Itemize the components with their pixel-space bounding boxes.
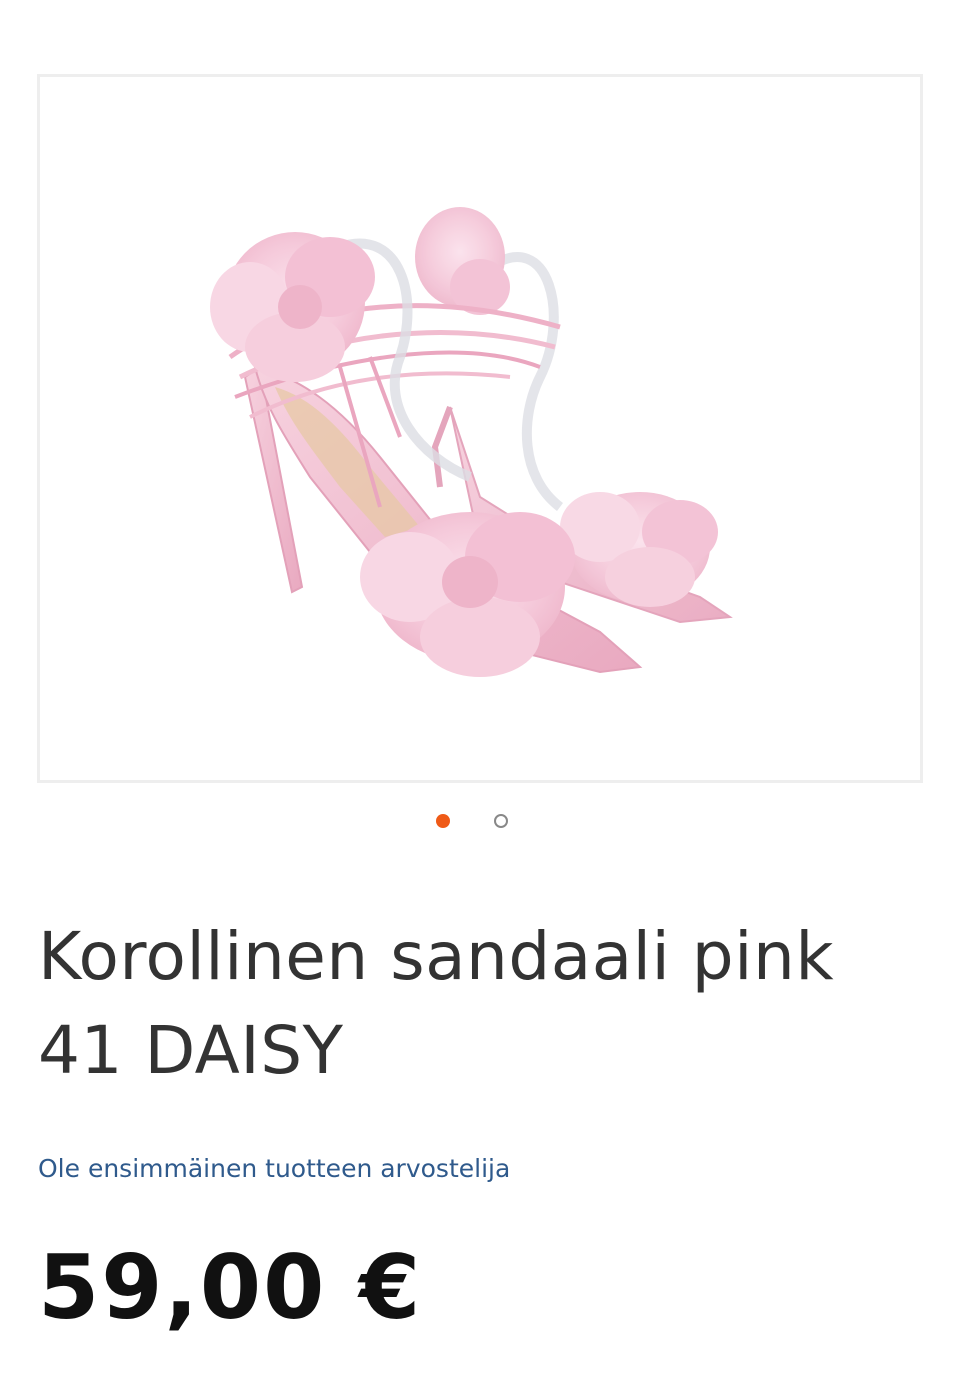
review-link[interactable]: Ole ensimmäinen tuotteen arvostelija: [38, 1154, 510, 1183]
gallery-dot-1[interactable]: [436, 814, 450, 828]
product-title: Korollinen sandaali pink 41 DAISY: [38, 918, 835, 1089]
product-image-frame[interactable]: [37, 74, 923, 783]
gallery-dot-2[interactable]: [494, 814, 508, 828]
front-ankle-flower: [210, 232, 375, 382]
back-ankle-flower: [415, 207, 510, 315]
product-price: 59,00 €: [38, 1236, 423, 1339]
front-shoe: [210, 232, 643, 677]
product-image: [210, 207, 733, 677]
gallery-pagination: [0, 810, 960, 832]
